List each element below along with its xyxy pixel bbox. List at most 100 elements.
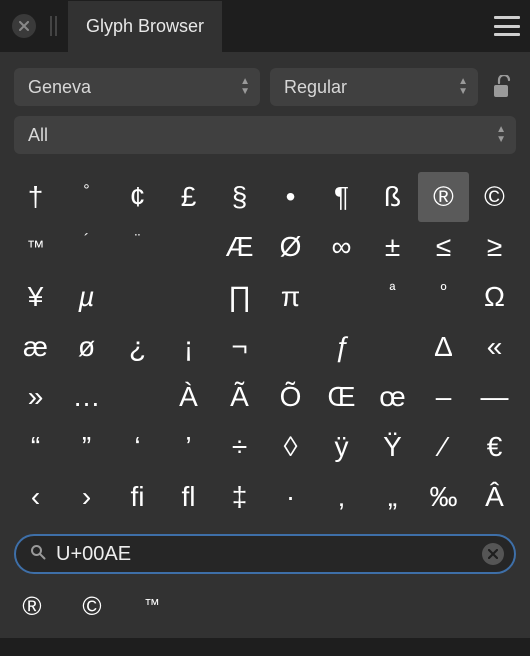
glyph-cell[interactable]: ©	[469, 172, 520, 222]
font-style-select[interactable]: Regular ▲▼	[270, 68, 478, 106]
glyph-cell[interactable]: ‚	[316, 472, 367, 522]
glyph-cell[interactable]: »	[10, 372, 61, 422]
panel-menu-button[interactable]	[494, 16, 520, 36]
chevron-updown-icon: ▲▼	[496, 126, 506, 144]
glyph-grid: †°¢£§•¶ß®© ™´¨ ÆØ∞±≤≥ ¥µ ∏π ªºΩæø¿¡¬ ƒ Δ« »… ÀÃÕŒ…	[10, 172, 520, 522]
glyph-cell[interactable]: …	[61, 372, 112, 422]
font-family-value: Geneva	[28, 77, 91, 98]
glyph-cell[interactable]: ”	[61, 422, 112, 472]
glyph-cell[interactable]: ·	[265, 472, 316, 522]
glyph-cell[interactable]: ≤	[418, 222, 469, 272]
glyph-cell[interactable]: ¢	[112, 172, 163, 222]
glyph-cell[interactable]: Ø	[265, 222, 316, 272]
search-icon	[30, 544, 46, 565]
glyph-cell[interactable]: §	[214, 172, 265, 222]
glyph-cell[interactable]: ø	[61, 322, 112, 372]
glyph-cell[interactable]: Ÿ	[367, 422, 418, 472]
glyph-cell[interactable]: ≥	[469, 222, 520, 272]
close-button[interactable]	[12, 14, 36, 38]
glyph-cell[interactable]: „	[367, 472, 418, 522]
glyph-cell[interactable]: Œ	[316, 372, 367, 422]
glyph-filter-select[interactable]: All ▲▼	[14, 116, 516, 154]
glyph-cell[interactable]: ƒ	[316, 322, 367, 372]
close-icon	[19, 21, 29, 31]
glyph-cell[interactable]: “	[10, 422, 61, 472]
glyph-cell[interactable]: ‘	[112, 422, 163, 472]
result-glyph[interactable]: ©	[74, 588, 110, 624]
glyph-cell[interactable]: ¡	[163, 322, 214, 372]
glyph-cell[interactable]: ‹	[10, 472, 61, 522]
glyph-cell[interactable]: ¬	[214, 322, 265, 372]
chevron-updown-icon: ▲▼	[240, 78, 250, 96]
glyph-cell[interactable]	[316, 272, 367, 322]
glyph-cell[interactable]: ∏	[214, 272, 265, 322]
glyph-cell[interactable]: Õ	[265, 372, 316, 422]
glyph-cell[interactable]	[112, 372, 163, 422]
glyph-cell[interactable]: ®	[418, 172, 469, 222]
glyph-cell[interactable]: ¿	[112, 322, 163, 372]
glyph-cell[interactable]: ÷	[214, 422, 265, 472]
clear-search-button[interactable]	[482, 543, 504, 565]
glyph-cell[interactable]	[112, 272, 163, 322]
glyph-cell[interactable]: ‡	[214, 472, 265, 522]
title-divider	[50, 16, 58, 36]
glyph-cell[interactable]: °	[61, 172, 112, 222]
glyph-cell[interactable]: ÿ	[316, 422, 367, 472]
hamburger-icon	[494, 16, 520, 19]
title-bar: Glyph Browser	[0, 0, 530, 52]
glyph-cell[interactable]: ™	[10, 222, 61, 272]
glyph-cell[interactable]: Æ	[214, 222, 265, 272]
glyph-grid-container: †°¢£§•¶ß®© ™´¨ ÆØ∞±≤≥ ¥µ ∏π ªºΩæø¿¡¬ ƒ Δ« »… ÀÃÕŒ…	[0, 164, 530, 522]
glyph-cell[interactable]: ¥	[10, 272, 61, 322]
search-input[interactable]	[56, 543, 472, 566]
glyph-cell[interactable]: ∞	[316, 222, 367, 272]
glyph-cell[interactable]	[265, 322, 316, 372]
lock-open-icon	[493, 75, 511, 99]
search-results: ® © ™	[0, 582, 530, 638]
glyph-cell[interactable]: µ	[61, 272, 112, 322]
glyph-cell[interactable]: œ	[367, 372, 418, 422]
result-glyph[interactable]: ®	[14, 588, 50, 624]
glyph-filter-value: All	[28, 125, 48, 146]
glyph-cell[interactable]: ¶	[316, 172, 367, 222]
glyph-cell[interactable]: €	[469, 422, 520, 472]
glyph-cell[interactable]: «	[469, 322, 520, 372]
panel-tab[interactable]: Glyph Browser	[68, 0, 222, 52]
glyph-cell[interactable]: £	[163, 172, 214, 222]
glyph-cell[interactable]: À	[163, 372, 214, 422]
glyph-cell[interactable]: ¨	[112, 222, 163, 272]
glyph-cell[interactable]: ‰	[418, 472, 469, 522]
clear-icon	[488, 549, 498, 559]
result-glyph[interactable]: ™	[134, 588, 170, 624]
glyph-cell[interactable]: ◊	[265, 422, 316, 472]
glyph-cell[interactable]: ﬁ	[112, 472, 163, 522]
glyph-cell[interactable]: —	[469, 372, 520, 422]
toolbar: Geneva ▲▼ Regular ▲▼ All ▲▼	[0, 52, 530, 164]
glyph-cell[interactable]: ±	[367, 222, 418, 272]
lock-toggle[interactable]	[488, 68, 516, 106]
glyph-cell[interactable]: †	[10, 172, 61, 222]
glyph-cell[interactable]: ´	[61, 222, 112, 272]
glyph-cell[interactable]: π	[265, 272, 316, 322]
glyph-cell[interactable]: ⁄	[418, 422, 469, 472]
glyph-cell[interactable]	[163, 272, 214, 322]
glyph-cell[interactable]: ﬂ	[163, 472, 214, 522]
font-family-select[interactable]: Geneva ▲▼	[14, 68, 260, 106]
glyph-cell[interactable]: Ω	[469, 272, 520, 322]
glyph-cell[interactable]: º	[418, 272, 469, 322]
glyph-cell[interactable]	[367, 322, 418, 372]
glyph-cell[interactable]: ß	[367, 172, 418, 222]
search-row	[0, 522, 530, 582]
glyph-cell[interactable]: ’	[163, 422, 214, 472]
glyph-cell[interactable]: Δ	[418, 322, 469, 372]
glyph-cell[interactable]: –	[418, 372, 469, 422]
chevron-updown-icon: ▲▼	[458, 78, 468, 96]
glyph-cell[interactable]	[163, 222, 214, 272]
glyph-cell[interactable]: æ	[10, 322, 61, 372]
glyph-cell[interactable]: Ã	[214, 372, 265, 422]
search-box[interactable]	[14, 534, 516, 574]
glyph-cell[interactable]: ›	[61, 472, 112, 522]
glyph-cell[interactable]: Â	[469, 472, 520, 522]
glyph-cell[interactable]: ª	[367, 272, 418, 322]
glyph-cell[interactable]: •	[265, 172, 316, 222]
